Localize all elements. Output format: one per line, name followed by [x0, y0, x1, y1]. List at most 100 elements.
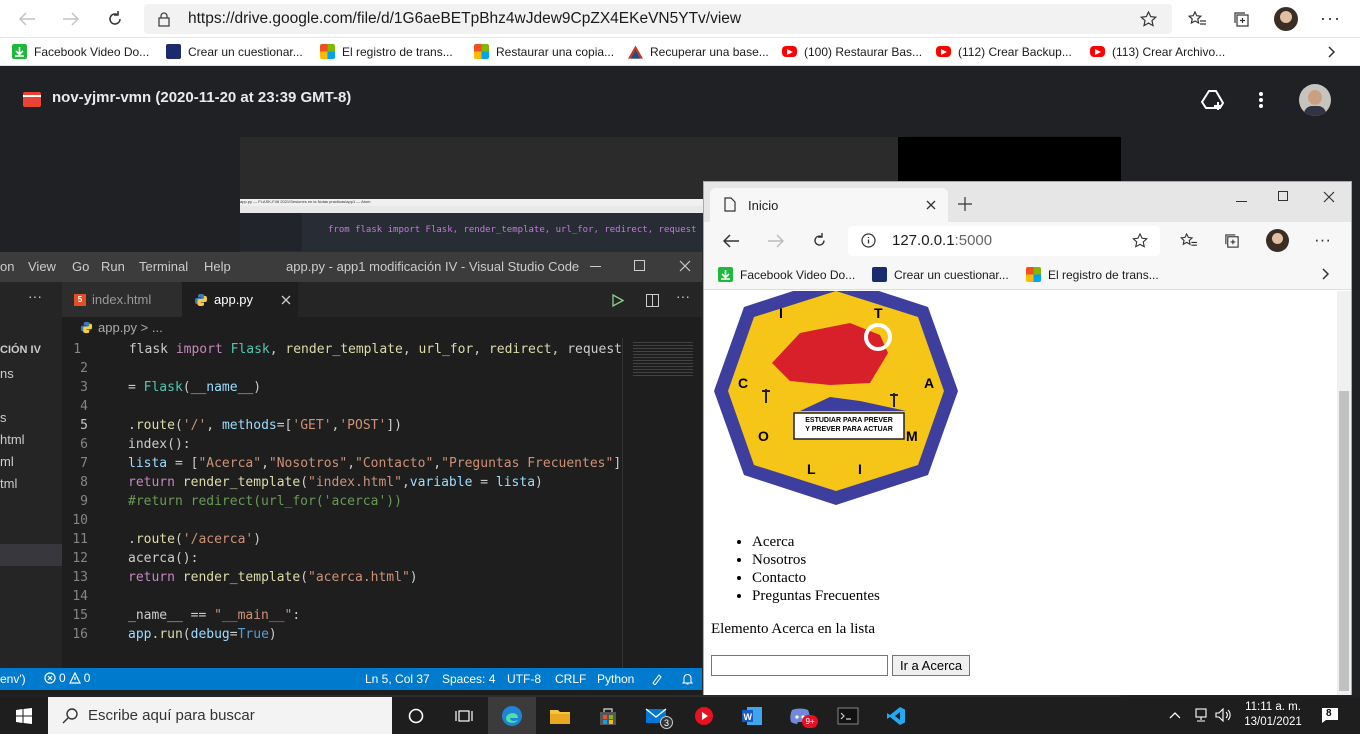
store-icon[interactable]: [584, 697, 632, 734]
editor-more-icon[interactable]: ···: [676, 288, 690, 304]
new-tab-icon[interactable]: [958, 197, 972, 211]
vscode-taskbar-icon[interactable]: [872, 697, 920, 734]
menu-item-help[interactable]: Help: [204, 259, 244, 274]
ir-a-acerca-button[interactable]: Ir a Acerca: [892, 655, 971, 676]
code-line[interactable]: 5 .route('/', methods=['GET','POST']): [62, 416, 622, 435]
menu-item-view[interactable]: View: [28, 259, 72, 274]
favorite-star-icon[interactable]: [1132, 233, 1148, 248]
scrollbar[interactable]: [1337, 291, 1351, 695]
network-icon[interactable]: [1192, 707, 1210, 723]
code-line[interactable]: 15 _name__ == "__main__":: [62, 606, 622, 625]
code-line[interactable]: 13 return render_template("acerca.html"): [62, 568, 622, 587]
close-icon[interactable]: [678, 259, 692, 273]
explorer-item[interactable]: tml: [0, 476, 17, 491]
account-avatar[interactable]: [1299, 84, 1331, 116]
forward-icon[interactable]: [766, 232, 784, 250]
code-line[interactable]: 1 flask import Flask, render_template, u…: [62, 340, 622, 359]
problems-status[interactable]: 0 0: [44, 671, 90, 685]
code-line[interactable]: 10: [62, 511, 622, 530]
tab-inicio[interactable]: Inicio: [710, 188, 948, 222]
add-to-drive-icon[interactable]: [1200, 88, 1226, 112]
text-input[interactable]: [711, 655, 888, 676]
profile-avatar[interactable]: [1266, 229, 1289, 252]
address-bar[interactable]: https://drive.google.com/file/d/1G6aeBET…: [144, 4, 1172, 34]
tab-close-icon[interactable]: [926, 200, 936, 210]
code-line[interactable]: 12 acerca():: [62, 549, 622, 568]
word-icon[interactable]: W: [728, 697, 776, 734]
indentation-status[interactable]: Spaces: 4: [442, 672, 495, 686]
maximize-icon[interactable]: [634, 260, 645, 271]
refresh-icon[interactable]: [102, 8, 128, 30]
cursor-position[interactable]: Ln 5, Col 37: [365, 672, 430, 686]
explorer-item[interactable]: ns: [0, 366, 14, 381]
bookmark-item[interactable]: Recuperar una base...: [628, 44, 782, 59]
notifications-bell-icon[interactable]: [680, 672, 694, 686]
breadcrumb[interactable]: app.py > ...: [80, 320, 163, 335]
tab-app-py[interactable]: app.py: [182, 282, 298, 317]
close-icon[interactable]: [1322, 190, 1336, 204]
feedback-icon[interactable]: [650, 672, 664, 686]
bookmark-item[interactable]: (112) Crear Backup...: [936, 45, 1090, 59]
mail-icon[interactable]: 3: [632, 697, 680, 734]
bookmark-item[interactable]: (113) Crear Archivo...: [1090, 45, 1244, 59]
edge-address-bar[interactable]: 127.0.0.1:5000: [848, 226, 1160, 256]
code-line[interactable]: 2: [62, 359, 622, 378]
favorites-icon[interactable]: [1180, 233, 1198, 248]
explorer-more-icon[interactable]: ···: [28, 288, 42, 304]
encoding-status[interactable]: UTF-8: [507, 672, 541, 686]
volume-icon[interactable]: [1214, 707, 1234, 723]
language-status[interactable]: Python: [597, 672, 634, 686]
clock[interactable]: 11:11 a. m. 13/01/2021: [1243, 700, 1303, 730]
action-center-icon[interactable]: 8: [1320, 705, 1340, 725]
bookmark-item[interactable]: (100) Restaurar Bas...: [782, 45, 936, 59]
explorer-item[interactable]: s: [0, 410, 7, 425]
settings-more-icon[interactable]: ···: [1314, 230, 1331, 250]
minimize-icon[interactable]: [1236, 201, 1247, 202]
back-icon[interactable]: [722, 232, 740, 250]
more-options-icon[interactable]: [1252, 89, 1270, 111]
edge-taskbar-icon[interactable]: [488, 697, 536, 734]
chevron-up-icon[interactable]: [1168, 708, 1182, 722]
file-explorer-icon[interactable]: [536, 697, 584, 734]
code-line[interactable]: 6 index():: [62, 435, 622, 454]
menu-item-go[interactable]: Go: [72, 259, 101, 274]
bookmark-item[interactable]: El registro de trans...: [1026, 267, 1180, 282]
maximize-icon[interactable]: [1278, 191, 1288, 201]
tab-close-icon[interactable]: [281, 295, 291, 305]
minimize-icon[interactable]: [590, 266, 601, 267]
back-icon[interactable]: [14, 8, 40, 30]
code-line[interactable]: 16 app.run(debug=True): [62, 625, 622, 644]
collections-icon[interactable]: [1230, 9, 1252, 29]
settings-more-icon[interactable]: ···: [1320, 8, 1341, 29]
minimap[interactable]: [622, 338, 702, 668]
split-editor-icon[interactable]: [644, 292, 660, 308]
code-editor[interactable]: 1 flask import Flask, render_template, u…: [62, 338, 622, 668]
favorites-icon[interactable]: [1186, 9, 1208, 29]
code-line[interactable]: 9 #return redirect(url_for('acerca')): [62, 492, 622, 511]
menu-item[interactable]: on: [0, 259, 28, 274]
windows-start-icon[interactable]: [0, 697, 48, 734]
tab-index-html[interactable]: 5 index.html: [62, 282, 182, 317]
refresh-icon[interactable]: [810, 231, 828, 249]
forward-icon[interactable]: [58, 8, 84, 30]
bookmark-item[interactable]: Facebook Video Do...: [12, 44, 166, 59]
run-icon[interactable]: [610, 292, 626, 308]
python-env-status[interactable]: env'): [0, 672, 26, 686]
bookmark-item[interactable]: Restaurar una copia...: [474, 44, 628, 59]
explorer-item[interactable]: html: [0, 432, 25, 447]
code-line[interactable]: 14: [62, 587, 622, 606]
chevron-right-icon[interactable]: [1324, 44, 1340, 60]
media-player-icon[interactable]: [680, 697, 728, 734]
menu-item-run[interactable]: Run: [101, 259, 139, 274]
bookmark-item[interactable]: El registro de trans...: [320, 44, 474, 59]
eol-status[interactable]: CRLF: [555, 672, 586, 686]
bookmark-item[interactable]: Crear un cuestionar...: [166, 44, 320, 59]
profile-avatar[interactable]: [1274, 7, 1298, 31]
chevron-right-icon[interactable]: [1322, 268, 1330, 280]
code-line[interactable]: 7 lista = ["Acerca","Nosotros","Contacto"…: [62, 454, 622, 473]
explorer-folder[interactable]: CIÓN IV: [0, 344, 41, 356]
menu-item-terminal[interactable]: Terminal: [139, 259, 204, 274]
favorite-star-icon[interactable]: [1138, 10, 1158, 28]
discord-icon[interactable]: 9+: [776, 697, 824, 734]
bookmark-item[interactable]: Facebook Video Do...: [718, 267, 872, 282]
